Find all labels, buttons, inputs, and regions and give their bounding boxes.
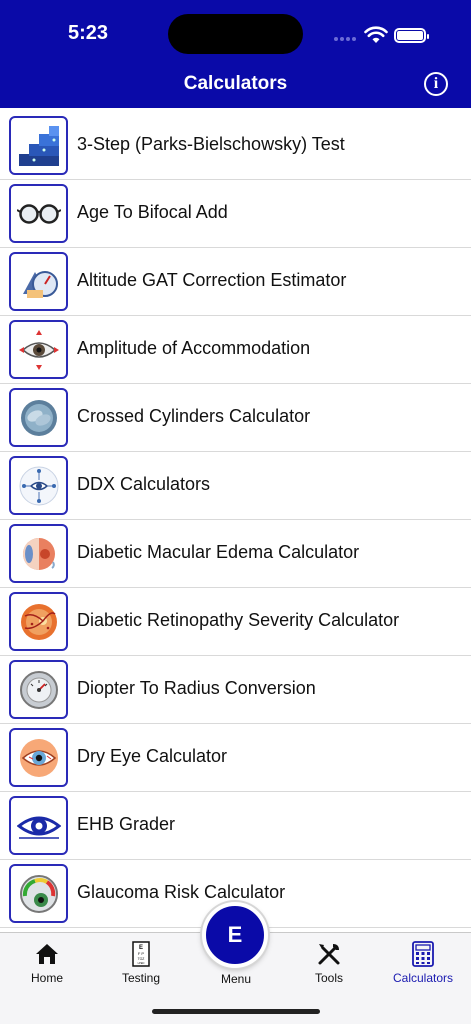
list-item-label: Dry Eye Calculator <box>77 746 228 766</box>
tab-calculators[interactable]: Calculators <box>383 941 463 985</box>
cylinders-icon <box>9 388 68 447</box>
wifi-icon <box>364 26 388 43</box>
list-item[interactable]: Diabetic Macular Edema Calculator <box>0 520 471 588</box>
list-item-label: Amplitude of Accommodation <box>77 338 311 358</box>
svg-text:LPED: LPED <box>138 961 145 965</box>
list-item[interactable]: Age To Bifocal Add <box>0 180 471 248</box>
nav-header: 5:23 Calculators i <box>0 0 471 108</box>
menu-label: Menu <box>220 972 252 986</box>
menu-button[interactable]: E <box>202 902 268 968</box>
ddx-network-icon <box>9 456 68 515</box>
list-item[interactable]: Altitude GAT Correction Estimator <box>0 248 471 316</box>
list-item-label: Glaucoma Risk Calculator <box>77 882 286 902</box>
list-item-label: Altitude GAT Correction Estimator <box>77 270 347 290</box>
eye-logo-icon <box>9 796 68 855</box>
svg-text:F P: F P <box>138 951 145 956</box>
dynamic-island <box>168 14 303 54</box>
list-item[interactable]: Diopter To Radius Conversion <box>0 656 471 724</box>
list-item[interactable]: EHB Grader <box>0 792 471 860</box>
eye-arrows-icon <box>9 320 68 379</box>
home-icon <box>36 944 58 964</box>
list-item-label: Diabetic Retinopathy Severity Calculator <box>77 610 400 630</box>
dry-eye-icon <box>9 728 68 787</box>
list-item-label: Crossed Cylinders Calculator <box>77 406 311 426</box>
svg-text:TOZ: TOZ <box>138 957 145 961</box>
page-title: Calculators <box>183 73 288 94</box>
list-item[interactable]: Amplitude of Accommodation <box>0 316 471 384</box>
retina-icon <box>9 592 68 651</box>
altitude-gauge-icon <box>9 252 68 311</box>
tab-tools[interactable]: Tools <box>289 941 369 985</box>
list-item-label: Age To Bifocal Add <box>77 202 228 222</box>
list-item[interactable]: Crossed Cylinders Calculator <box>0 384 471 452</box>
list-item[interactable]: Diabetic Retinopathy Severity Calculator <box>0 588 471 656</box>
list-item-label: DDX Calculators <box>77 474 211 494</box>
tab-testing[interactable]: E F P TOZ LPED Testing <box>101 941 181 985</box>
home-indicator[interactable] <box>152 1009 320 1014</box>
calculator-icon <box>412 941 434 967</box>
tab-home-label: Home <box>30 971 63 985</box>
list-item-label: 3-Step (Parks-Bielschowsky) Test <box>77 134 345 154</box>
tools-icon <box>318 944 340 965</box>
list-item[interactable]: 3-Step (Parks-Bielschowsky) Test <box>0 112 471 180</box>
tab-tools-label: Tools <box>314 971 343 985</box>
battery-icon <box>394 28 429 43</box>
eyeball-icon <box>9 524 68 583</box>
glaucoma-gauge-icon <box>9 864 68 923</box>
status-time: 5:23 <box>68 22 109 44</box>
tab-home[interactable]: Home <box>7 941 87 985</box>
list-item[interactable]: DDX Calculators <box>0 452 471 520</box>
tab-calculators-label: Calculators <box>392 971 454 985</box>
keratometer-icon <box>9 660 68 719</box>
info-icon[interactable]: i <box>424 72 448 96</box>
list-item-label: EHB Grader <box>77 814 176 834</box>
list-item[interactable]: Dry Eye Calculator <box>0 724 471 792</box>
calculator-list[interactable]: 3-Step (Parks-Bielschowsky) Test Age To … <box>0 108 471 934</box>
list-item-label: Diabetic Macular Edema Calculator <box>77 542 360 562</box>
stairs-icon <box>9 116 68 175</box>
cellular-signal-icon <box>334 37 356 41</box>
tab-testing-label: Testing <box>121 971 161 985</box>
eyeglasses-icon <box>9 184 68 243</box>
eye-chart-icon: E F P TOZ LPED <box>132 941 150 967</box>
list-item-label: Diopter To Radius Conversion <box>77 678 316 698</box>
